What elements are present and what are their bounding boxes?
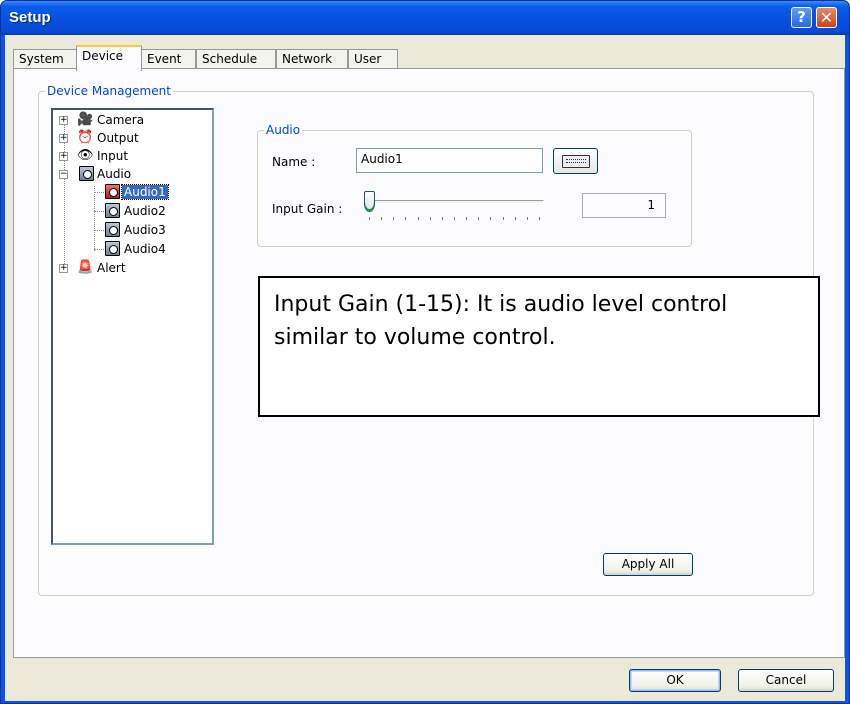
tree-label-audio2: Audio2 <box>124 204 166 218</box>
speaker-icon <box>105 203 120 218</box>
tree-item-audio3[interactable]: Audio3 <box>105 222 205 239</box>
slider-tick <box>381 217 382 220</box>
apply-all-button[interactable]: Apply All <box>603 553 693 576</box>
annotation-callout: Input Gain (1-15): It is audio level con… <box>258 276 820 417</box>
expand-icon[interactable]: + <box>59 116 68 125</box>
expand-icon[interactable]: + <box>59 152 68 161</box>
slider-thumb[interactable] <box>364 191 375 212</box>
cancel-button[interactable]: Cancel <box>738 669 834 692</box>
tree-item-output[interactable]: + ⏰ Output <box>59 130 209 147</box>
collapse-icon[interactable]: − <box>59 170 68 179</box>
speaker-icon <box>105 184 120 199</box>
tree-label-audio4: Audio4 <box>124 242 166 256</box>
window-title: Setup <box>9 9 51 26</box>
alarm-light-icon: 🚨 <box>77 260 94 275</box>
tree-item-input[interactable]: + 👁 Input <box>59 148 209 165</box>
tree-label-audio: Audio <box>97 167 132 181</box>
slider-track <box>364 200 544 204</box>
expand-icon[interactable]: + <box>59 264 68 273</box>
tree-label-audio1: Audio1 <box>121 184 169 200</box>
tab-event[interactable]: Event <box>141 49 196 70</box>
tree-line <box>94 186 95 251</box>
tree-label-camera: Camera <box>97 113 145 127</box>
tab-user[interactable]: User <box>348 49 398 70</box>
tree-label-audio3: Audio3 <box>124 223 166 237</box>
virtual-keyboard-button[interactable] <box>553 148 598 174</box>
tab-network[interactable]: Network <box>276 49 348 70</box>
expand-icon[interactable]: + <box>59 134 68 143</box>
name-label: Name : <box>272 155 316 169</box>
tree-label-output: Output <box>97 131 139 145</box>
slider-tick <box>430 217 431 220</box>
camera-icon: 🎥 <box>77 112 94 127</box>
slider-tick <box>478 217 479 220</box>
slider-tick <box>527 217 528 220</box>
audio-group: Audio Name : Audio1 Input Gain : 1 <box>257 123 692 247</box>
slider-tick <box>418 217 419 220</box>
tree-item-audio[interactable]: − Audio <box>59 166 209 183</box>
slider-tick <box>393 217 394 220</box>
slider-tick <box>466 217 467 220</box>
input-gain-label: Input Gain : <box>272 202 343 216</box>
output-icon: ⏰ <box>77 130 94 145</box>
close-button[interactable]: ✕ <box>816 7 837 28</box>
name-input[interactable]: Audio1 <box>356 148 543 173</box>
title-bar[interactable]: Setup ? ✕ <box>1 1 849 35</box>
tab-system[interactable]: System <box>13 49 77 70</box>
tree-item-audio1[interactable]: Audio1 <box>105 184 205 201</box>
device-tree[interactable]: + 🎥 Camera + ⏰ Output + 👁 Input − Audio … <box>51 108 214 545</box>
slider-tick <box>405 217 406 220</box>
slider-tick <box>539 217 540 220</box>
audio-legend: Audio <box>264 123 303 137</box>
tree-label-alert: Alert <box>97 261 126 275</box>
slider-tick <box>503 217 504 220</box>
slider-tick <box>515 217 516 220</box>
tab-device[interactable]: Device <box>76 45 142 71</box>
input-gain-value: 1 <box>582 193 666 218</box>
speaker-icon <box>105 241 120 256</box>
help-button[interactable]: ? <box>791 7 812 28</box>
tree-line <box>94 249 104 250</box>
ok-button[interactable]: OK <box>629 669 721 692</box>
tree-item-alert[interactable]: + 🚨 Alert <box>59 260 209 277</box>
tree-line <box>94 192 104 193</box>
keyboard-icon <box>562 155 590 168</box>
tree-label-input: Input <box>97 149 129 163</box>
slider-tick <box>442 217 443 220</box>
tab-schedule[interactable]: Schedule <box>196 49 276 70</box>
tree-item-audio2[interactable]: Audio2 <box>105 203 205 220</box>
slider-tick <box>369 217 370 220</box>
slider-ticks <box>369 217 540 221</box>
tree-item-camera[interactable]: + 🎥 Camera <box>59 112 209 129</box>
speaker-icon <box>79 166 94 181</box>
tree-item-audio4[interactable]: Audio4 <box>105 241 205 258</box>
device-management-legend: Device Management <box>45 84 173 98</box>
eye-icon: 👁 <box>77 148 94 163</box>
slider-tick <box>454 217 455 220</box>
input-gain-slider[interactable] <box>364 191 544 225</box>
tree-line <box>94 230 104 231</box>
slider-tick <box>490 217 491 220</box>
tree-line <box>94 211 104 212</box>
speaker-icon <box>105 222 120 237</box>
